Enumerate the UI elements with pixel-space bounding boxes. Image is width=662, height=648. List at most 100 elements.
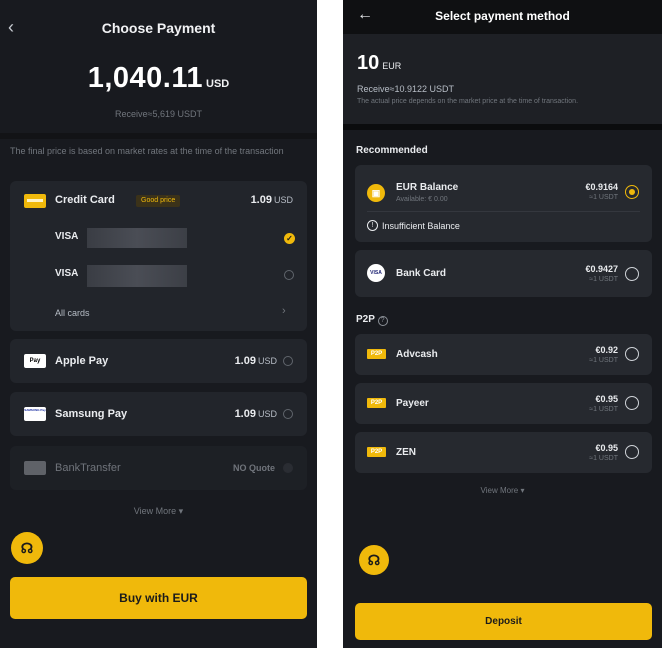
view-more-label: View More <box>480 486 519 495</box>
price-notice: The actual price depends on the market p… <box>357 98 579 105</box>
deposit-button[interactable]: Deposit <box>355 603 652 640</box>
radio-icon[interactable] <box>283 356 293 366</box>
radio-icon[interactable] <box>284 270 294 280</box>
choose-payment-screen: ‹ Choose Payment 1,040.11 USD Receive≈5,6… <box>0 0 317 648</box>
page-title: Choose Payment <box>101 20 216 36</box>
p2p-badge-icon: P2P <box>367 398 386 408</box>
header: ‹ Choose Payment <box>0 0 317 56</box>
apple-pay-label: Apple Pay <box>55 355 109 367</box>
page-title: Select payment method <box>435 9 570 23</box>
amount-value: 10 <box>357 52 380 74</box>
bank-card-option[interactable]: VISA Bank Card €0.9427 ≈1 USDT <box>355 250 652 297</box>
radio-selected-icon[interactable] <box>625 185 639 199</box>
masked-card-number <box>87 228 187 248</box>
view-more-link[interactable]: View More ▾ <box>343 486 662 495</box>
credit-card-price-currency: USD <box>273 195 293 205</box>
bank-transfer-option: BankTransfer NO Quote <box>10 446 307 490</box>
visa-mastercard-icon: VISA <box>367 264 385 282</box>
bank-transfer-label: BankTransfer <box>55 462 121 474</box>
samsung-pay-price-value: 1.09 <box>234 408 256 420</box>
amount-display: 10 EUR <box>357 52 401 75</box>
p2p-badge-icon: P2P <box>367 349 386 359</box>
radio-icon[interactable] <box>283 409 293 419</box>
view-more-link[interactable]: View More ▾ <box>0 506 317 517</box>
radio-icon[interactable] <box>625 267 639 281</box>
divider <box>343 124 662 130</box>
bank-card-price: €0.9427 <box>585 264 618 274</box>
bank-card-label: Bank Card <box>396 268 447 279</box>
p2p-option-usdt: ≈1 USDT <box>589 455 618 462</box>
wallet-icon: ▣ <box>367 184 385 202</box>
p2p-heading: P2P ? <box>356 314 388 326</box>
all-cards-link[interactable]: All cards <box>55 308 90 318</box>
apple-pay-price-currency: USD <box>257 356 277 366</box>
caret-down-icon: ▾ <box>520 486 525 495</box>
p2p-option-usdt: ≈1 USDT <box>589 406 618 413</box>
no-quote-text: NO Quote <box>233 463 275 473</box>
saved-card-1[interactable]: VISA ✓ <box>55 228 295 248</box>
chevron-right-icon: › <box>282 305 286 317</box>
info-icon: ! <box>367 220 378 231</box>
eur-balance-usdt: ≈1 USDT <box>589 194 618 201</box>
eur-balance-option[interactable]: ▣ EUR Balance Available: € 0.00 €0.9164 … <box>355 165 652 242</box>
recommended-heading: Recommended <box>356 145 428 156</box>
credit-card-option[interactable]: Credit Card Good price 1.09 USD VISA ✓ VI… <box>10 181 307 331</box>
p2p-option-price: €0.95 <box>595 394 618 404</box>
bank-card-usdt: ≈1 USDT <box>589 276 618 283</box>
p2p-option-advcash[interactable]: P2P Advcash €0.92 ≈1 USDT <box>355 334 652 375</box>
price-notice: The final price is based on market rates… <box>10 146 284 156</box>
header: ← Select payment method <box>343 0 662 34</box>
headset-support-icon[interactable]: ☊ <box>11 532 43 564</box>
insufficient-balance-warning: Insufficient Balance <box>382 221 460 231</box>
amount-display: 1,040.11 USD <box>0 62 317 95</box>
radio-icon[interactable] <box>625 396 639 410</box>
credit-card-price-value: 1.09 <box>250 194 272 206</box>
p2p-option-label: Payeer <box>396 398 429 409</box>
credit-card-label: Credit Card <box>55 194 115 206</box>
bank-icon <box>24 461 46 475</box>
amount-block: 10 EUR Receive≈10.9122 USDT The actual pr… <box>343 34 662 124</box>
p2p-option-usdt: ≈1 USDT <box>589 357 618 364</box>
samsung-pay-icon: SAMSUNG Pay <box>24 407 46 421</box>
samsung-pay-price: 1.09 USD <box>235 408 277 420</box>
amount-value: 1,040.11 <box>87 62 204 94</box>
amount-currency: USD <box>206 78 230 90</box>
p2p-option-zen[interactable]: P2P ZEN €0.95 ≈1 USDT <box>355 432 652 473</box>
samsung-pay-price-currency: USD <box>257 409 277 419</box>
p2p-option-label: Advcash <box>396 349 438 360</box>
divider <box>367 211 640 212</box>
p2p-option-price: €0.95 <box>595 443 618 453</box>
radio-icon[interactable] <box>625 445 639 459</box>
radio-icon[interactable] <box>625 347 639 361</box>
amount-currency: EUR <box>382 61 402 71</box>
p2p-option-label: ZEN <box>396 447 416 458</box>
headset-support-icon[interactable]: ☊ <box>359 545 389 575</box>
p2p-option-payeer[interactable]: P2P Payeer €0.95 ≈1 USDT <box>355 383 652 424</box>
eur-balance-label: EUR Balance <box>396 182 459 193</box>
p2p-heading-label: P2P <box>356 314 375 325</box>
buy-with-eur-button[interactable]: Buy with EUR <box>10 577 307 619</box>
help-icon[interactable]: ? <box>377 316 388 326</box>
apple-pay-icon: Pay <box>24 354 46 368</box>
samsung-pay-label: Samsung Pay <box>55 408 128 420</box>
masked-card-number <box>87 265 187 287</box>
saved-card-2[interactable]: VISA <box>55 265 295 287</box>
available-balance: Available: € 0.00 <box>396 196 448 203</box>
apple-pay-option[interactable]: Pay Apple Pay 1.09 USD <box>10 339 307 383</box>
credit-card-price: 1.09 USD <box>251 194 293 206</box>
samsung-pay-option[interactable]: SAMSUNG Pay Samsung Pay 1.09 USD <box>10 392 307 436</box>
p2p-option-price: €0.92 <box>595 345 618 355</box>
receive-estimate: Receive≈10.9122 USDT <box>357 84 454 94</box>
good-price-badge: Good price <box>136 195 181 207</box>
selected-check-icon[interactable]: ✓ <box>284 233 295 244</box>
view-more-label: View More <box>133 506 177 516</box>
radio-disabled-icon <box>283 463 293 473</box>
apple-pay-price: 1.09 USD <box>235 355 277 367</box>
receive-estimate: Receive≈5,619 USDT <box>115 109 202 119</box>
divider <box>0 133 317 139</box>
apple-pay-price-value: 1.09 <box>234 355 256 367</box>
card-brand: VISA <box>55 268 79 279</box>
p2p-badge-icon: P2P <box>367 447 386 457</box>
caret-down-icon: ▾ <box>178 506 184 516</box>
credit-card-icon <box>24 194 46 208</box>
